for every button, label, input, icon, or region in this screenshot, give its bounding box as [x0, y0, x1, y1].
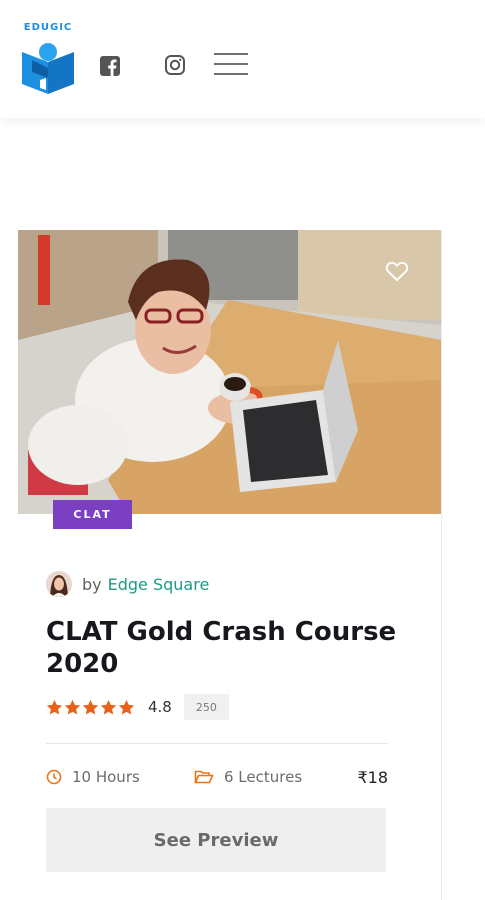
heart-icon[interactable] [385, 260, 409, 282]
star-icon [64, 699, 81, 715]
author-avatar [46, 571, 72, 597]
facebook-icon[interactable] [99, 55, 121, 77]
course-thumbnail[interactable] [18, 230, 441, 514]
divider [46, 743, 388, 744]
folder-open-icon [194, 770, 214, 784]
instagram-icon[interactable] [164, 54, 186, 76]
star-icon [82, 699, 99, 715]
rating-count-badge: 250 [183, 694, 229, 720]
lectures-text: 6 Lectures [224, 768, 303, 786]
course-card: CLAT by Edge Square CLAT Gold Crash Cour… [18, 230, 442, 900]
course-lectures: 6 Lectures [194, 764, 302, 790]
course-rating: 4.8 250 [46, 694, 229, 720]
author-link[interactable]: Edge Square [108, 575, 210, 594]
star-icon [46, 699, 63, 715]
rating-value: 4.8 [148, 698, 172, 716]
course-photo [18, 230, 441, 514]
duration-text: 10 Hours [72, 768, 140, 786]
course-price: ₹18 [357, 767, 388, 787]
category-badge[interactable]: CLAT [53, 500, 132, 529]
clock-icon [46, 769, 62, 785]
course-author: by Edge Square [46, 570, 209, 598]
star-icon [118, 699, 135, 715]
hamburger-menu-icon[interactable] [214, 52, 250, 76]
by-label: by [82, 574, 102, 594]
course-duration: 10 Hours [46, 764, 140, 790]
edugic-logo[interactable]: EDUGIC [18, 22, 78, 98]
course-title[interactable]: CLAT Gold Crash Course 2020 [46, 616, 416, 680]
top-header: EDUGIC [0, 0, 485, 118]
star-icon [100, 699, 117, 715]
course-meta: 10 Hours 6 Lectures ₹18 [46, 764, 388, 790]
see-preview-button[interactable]: See Preview [46, 808, 386, 872]
logo-text: EDUGIC [23, 22, 73, 33]
star-rating [46, 699, 136, 716]
book-logo-icon [22, 43, 74, 94]
